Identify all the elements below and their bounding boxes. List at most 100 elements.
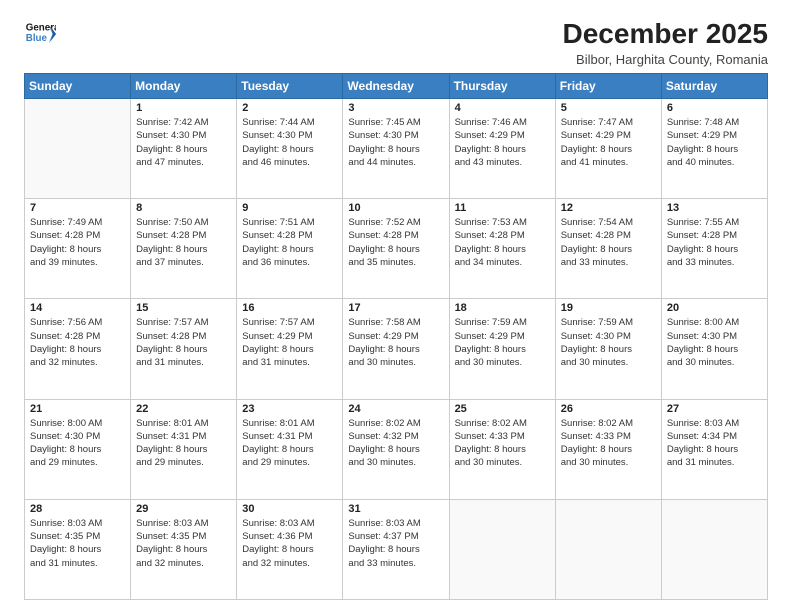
calendar-cell: 7Sunrise: 7:49 AM Sunset: 4:28 PM Daylig… [25,199,131,299]
calendar-cell: 29 Sunrise: 8:03 AM Sunset: 4:35 PM Dayli… [131,499,237,599]
day-number: 3 [348,102,443,114]
day-number: 12 [561,202,656,214]
calendar-cell: 19 Sunrise: 7:59 AM Sunset: 4:30 PM Dayli… [555,299,661,399]
day-info: Sunrise: 7:56 AM Sunset: 4:28 PM Dayligh… [30,316,125,369]
main-title: December 2025 [563,18,768,50]
day-of-week-header: Tuesday [237,74,343,99]
day-number: 11 [455,202,550,214]
calendar-cell: 5 Sunrise: 7:47 AM Sunset: 4:29 PM Daylig… [555,99,661,199]
calendar-cell: 10Sunrise: 7:52 AM Sunset: 4:28 PM Dayli… [343,199,449,299]
calendar-cell: 23 Sunrise: 8:01 AM Sunset: 4:31 PM Dayli… [237,399,343,499]
day-of-week-header: Friday [555,74,661,99]
day-number: 15 [136,302,231,314]
day-number: 17 [348,302,443,314]
day-info: Sunrise: 7:50 AM Sunset: 4:28 PM Dayligh… [136,216,231,269]
day-info: Sunrise: 8:02 AM Sunset: 4:32 PM Dayligh… [348,417,443,470]
logo-icon: General Blue [24,18,56,50]
calendar-cell: 26 Sunrise: 8:02 AM Sunset: 4:33 PM Dayli… [555,399,661,499]
day-info: Sunrise: 8:03 AM Sunset: 4:34 PM Dayligh… [667,417,762,470]
day-info: Sunrise: 8:03 AM Sunset: 4:35 PM Dayligh… [136,517,231,570]
title-block: December 2025 Bilbor, Harghita County, R… [563,18,768,67]
day-info: Sunrise: 7:59 AM Sunset: 4:29 PM Dayligh… [455,316,550,369]
day-info: Sunrise: 8:02 AM Sunset: 4:33 PM Dayligh… [455,417,550,470]
calendar-cell: 18 Sunrise: 7:59 AM Sunset: 4:29 PM Dayli… [449,299,555,399]
calendar-cell: 4Sunrise: 7:46 AM Sunset: 4:29 PM Daylig… [449,99,555,199]
calendar-cell: 16 Sunrise: 7:57 AM Sunset: 4:29 PM Dayli… [237,299,343,399]
calendar-week-row: 21 Sunrise: 8:00 AM Sunset: 4:30 PM Dayli… [25,399,768,499]
day-number: 14 [30,302,125,314]
calendar-cell: 31 Sunrise: 8:03 AM Sunset: 4:37 PM Dayli… [343,499,449,599]
calendar-cell: 8 Sunrise: 7:50 AM Sunset: 4:28 PM Daylig… [131,199,237,299]
calendar-cell [555,499,661,599]
calendar-table: SundayMondayTuesdayWednesdayThursdayFrid… [24,73,768,600]
day-info: Sunrise: 7:42 AM Sunset: 4:30 PM Dayligh… [136,116,231,169]
calendar-cell: 9 Sunrise: 7:51 AM Sunset: 4:28 PM Daylig… [237,199,343,299]
day-info: Sunrise: 7:57 AM Sunset: 4:29 PM Dayligh… [242,316,337,369]
calendar-cell: 30 Sunrise: 8:03 AM Sunset: 4:36 PM Dayli… [237,499,343,599]
calendar-cell: 15 Sunrise: 7:57 AM Sunset: 4:28 PM Dayli… [131,299,237,399]
day-info: Sunrise: 8:03 AM Sunset: 4:37 PM Dayligh… [348,517,443,570]
day-info: Sunrise: 7:58 AM Sunset: 4:29 PM Dayligh… [348,316,443,369]
calendar-cell: 2Sunrise: 7:44 AM Sunset: 4:30 PM Daylig… [237,99,343,199]
day-number: 21 [30,403,125,415]
day-number: 23 [242,403,337,415]
day-of-week-header: Sunday [25,74,131,99]
svg-text:Blue: Blue [26,33,48,44]
day-info: Sunrise: 7:51 AM Sunset: 4:28 PM Dayligh… [242,216,337,269]
day-info: Sunrise: 7:59 AM Sunset: 4:30 PM Dayligh… [561,316,656,369]
day-number: 4 [455,102,550,114]
day-number: 10 [348,202,443,214]
day-of-week-header: Thursday [449,74,555,99]
calendar-week-row: 14 Sunrise: 7:56 AM Sunset: 4:28 PM Dayli… [25,299,768,399]
day-number: 9 [242,202,337,214]
day-number: 7 [30,202,125,214]
day-info: Sunrise: 7:48 AM Sunset: 4:29 PM Dayligh… [667,116,762,169]
day-number: 28 [30,503,125,515]
calendar-week-row: 28 Sunrise: 8:03 AM Sunset: 4:35 PM Dayli… [25,499,768,599]
calendar-cell: 11 Sunrise: 7:53 AM Sunset: 4:28 PM Dayli… [449,199,555,299]
day-number: 31 [348,503,443,515]
calendar-cell: 24Sunrise: 8:02 AM Sunset: 4:32 PM Dayli… [343,399,449,499]
day-info: Sunrise: 7:57 AM Sunset: 4:28 PM Dayligh… [136,316,231,369]
day-info: Sunrise: 8:01 AM Sunset: 4:31 PM Dayligh… [242,417,337,470]
day-of-week-header: Saturday [661,74,767,99]
day-info: Sunrise: 7:54 AM Sunset: 4:28 PM Dayligh… [561,216,656,269]
calendar-cell: 20Sunrise: 8:00 AM Sunset: 4:30 PM Dayli… [661,299,767,399]
day-info: Sunrise: 8:00 AM Sunset: 4:30 PM Dayligh… [667,316,762,369]
day-number: 1 [136,102,231,114]
calendar-cell: 28 Sunrise: 8:03 AM Sunset: 4:35 PM Dayli… [25,499,131,599]
day-info: Sunrise: 7:47 AM Sunset: 4:29 PM Dayligh… [561,116,656,169]
page: General Blue December 2025 Bilbor, Hargh… [0,0,792,612]
header: General Blue December 2025 Bilbor, Hargh… [24,18,768,67]
day-info: Sunrise: 7:53 AM Sunset: 4:28 PM Dayligh… [455,216,550,269]
day-info: Sunrise: 8:02 AM Sunset: 4:33 PM Dayligh… [561,417,656,470]
day-number: 16 [242,302,337,314]
day-number: 22 [136,403,231,415]
day-info: Sunrise: 8:03 AM Sunset: 4:35 PM Dayligh… [30,517,125,570]
day-info: Sunrise: 8:03 AM Sunset: 4:36 PM Dayligh… [242,517,337,570]
calendar-header-row: SundayMondayTuesdayWednesdayThursdayFrid… [25,74,768,99]
day-number: 13 [667,202,762,214]
day-of-week-header: Wednesday [343,74,449,99]
day-info: Sunrise: 8:00 AM Sunset: 4:30 PM Dayligh… [30,417,125,470]
calendar-cell: 6Sunrise: 7:48 AM Sunset: 4:29 PM Daylig… [661,99,767,199]
calendar-cell: 3 Sunrise: 7:45 AM Sunset: 4:30 PM Daylig… [343,99,449,199]
day-number: 29 [136,503,231,515]
day-info: Sunrise: 7:45 AM Sunset: 4:30 PM Dayligh… [348,116,443,169]
svg-text:General: General [26,22,56,33]
day-number: 5 [561,102,656,114]
day-number: 25 [455,403,550,415]
day-number: 8 [136,202,231,214]
calendar-cell: 22Sunrise: 8:01 AM Sunset: 4:31 PM Dayli… [131,399,237,499]
day-number: 18 [455,302,550,314]
calendar-cell: 13Sunrise: 7:55 AM Sunset: 4:28 PM Dayli… [661,199,767,299]
calendar-cell [25,99,131,199]
calendar-cell: 21 Sunrise: 8:00 AM Sunset: 4:30 PM Dayli… [25,399,131,499]
day-of-week-header: Monday [131,74,237,99]
day-number: 30 [242,503,337,515]
calendar-cell: 12 Sunrise: 7:54 AM Sunset: 4:28 PM Dayli… [555,199,661,299]
subtitle: Bilbor, Harghita County, Romania [563,52,768,67]
calendar-cell: 25 Sunrise: 8:02 AM Sunset: 4:33 PM Dayli… [449,399,555,499]
day-number: 26 [561,403,656,415]
day-number: 19 [561,302,656,314]
